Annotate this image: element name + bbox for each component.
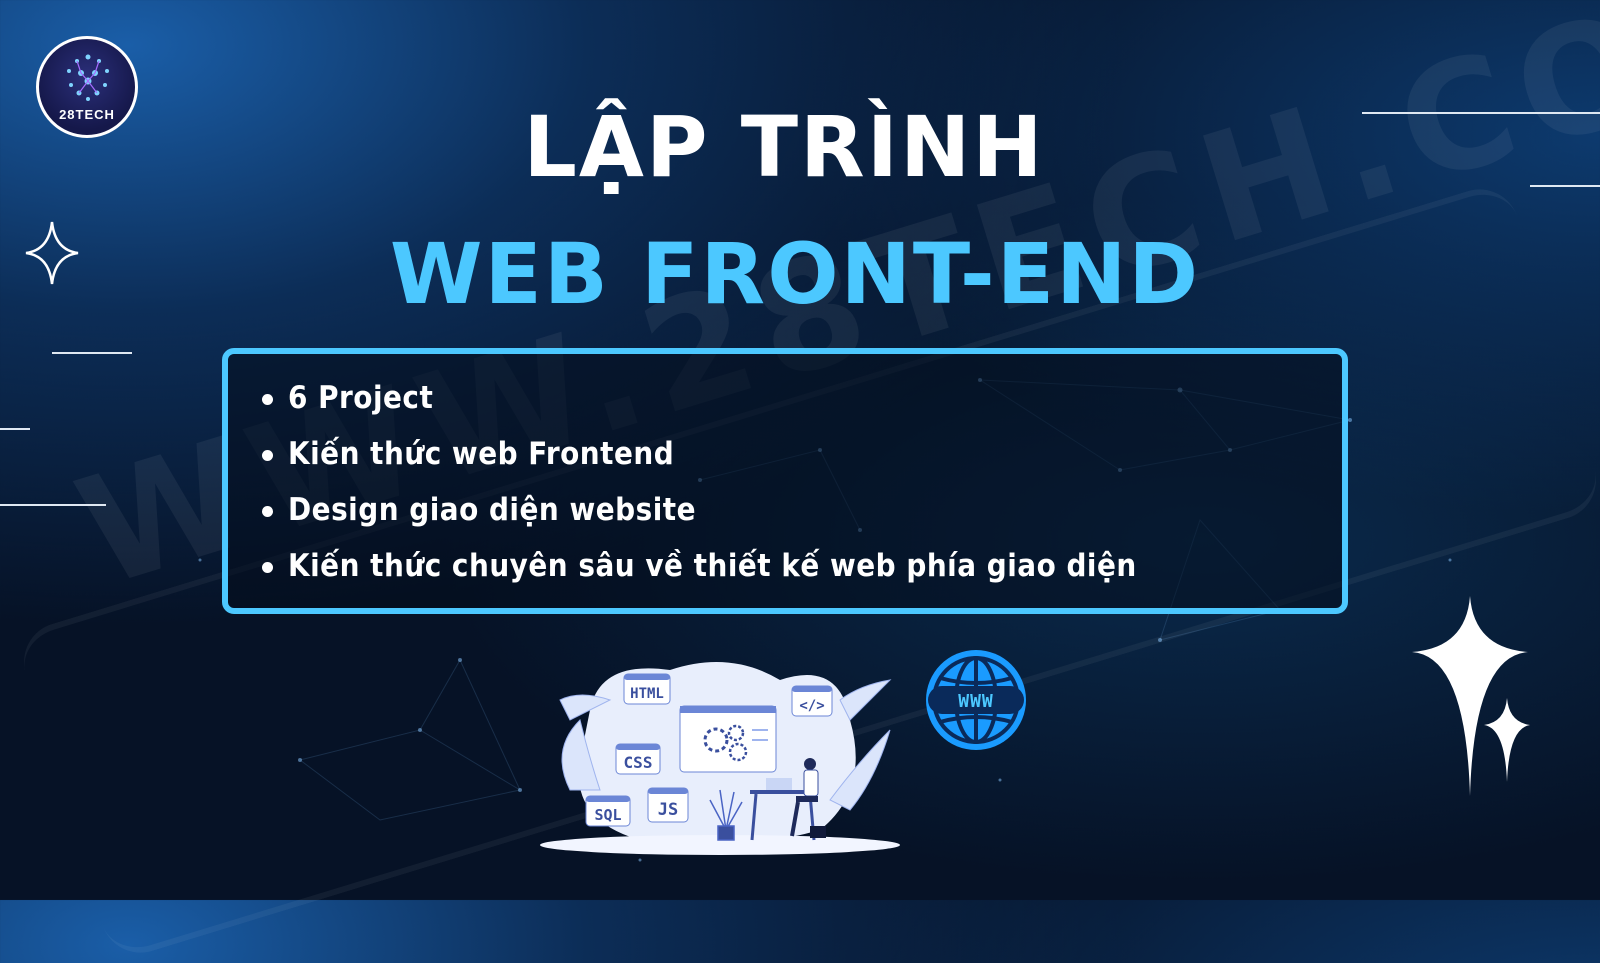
feature-item: Kiến thức chuyên sâu về thiết kế web phí… bbox=[262, 538, 1342, 594]
js-tag: JS bbox=[647, 787, 689, 823]
svg-text:HTML: HTML bbox=[630, 686, 664, 702]
network-logo-icon bbox=[67, 54, 109, 101]
feature-item: Kiến thức web Frontend bbox=[262, 426, 1342, 482]
www-globe-icon: WWW bbox=[926, 650, 1026, 750]
code-tag: </> bbox=[791, 685, 833, 717]
svg-text:</>: </> bbox=[799, 698, 824, 714]
svg-text:WWW: WWW bbox=[958, 691, 994, 712]
svg-text:CSS: CSS bbox=[624, 753, 653, 772]
feature-list: 6 Project Kiến thức web Frontend Design … bbox=[228, 354, 1342, 594]
sparkle-small-icon bbox=[1484, 698, 1530, 782]
css-tag: CSS bbox=[615, 743, 661, 775]
feature-box: 6 Project Kiến thức web Frontend Design … bbox=[222, 348, 1348, 614]
html-tag: HTML bbox=[623, 673, 671, 705]
feature-item: Design giao diện website bbox=[262, 482, 1342, 538]
svg-text:SQL: SQL bbox=[594, 806, 621, 824]
page-subtitle: WEB FRONT-END bbox=[389, 225, 1201, 323]
feature-item: 6 Project bbox=[262, 370, 1342, 426]
deco-line bbox=[0, 504, 106, 506]
svg-text:JS: JS bbox=[658, 800, 678, 820]
sql-tag: SQL bbox=[585, 795, 631, 827]
deco-line bbox=[0, 428, 30, 430]
page-title: LẬP TRÌNH bbox=[523, 98, 1045, 196]
browser-window bbox=[679, 705, 777, 773]
web-development-illustration: HTML CSS SQL JS </> bbox=[540, 662, 900, 855]
deco-line bbox=[52, 352, 132, 354]
